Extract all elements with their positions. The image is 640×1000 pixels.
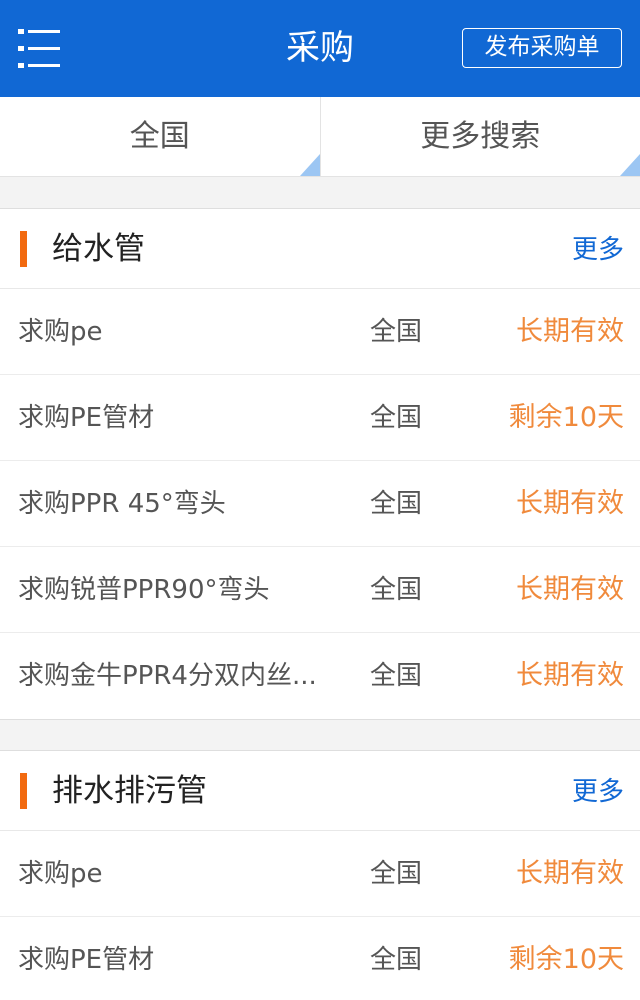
menu-button[interactable] — [18, 27, 62, 71]
item-status: 剩余10天 — [508, 402, 624, 433]
item-region: 全国 — [369, 317, 422, 347]
section-accent-bar — [20, 231, 27, 267]
item-region: 全国 — [369, 661, 422, 691]
section-more-link[interactable]: 更多 — [572, 772, 624, 812]
item-title: 求购PPR 45°弯头 — [18, 489, 226, 519]
section-header: 排水排污管 更多 — [0, 751, 640, 831]
item-region: 全国 — [369, 945, 422, 975]
item-title: 求购PE管材 — [18, 403, 155, 433]
section-title: 排水排污管 — [52, 773, 207, 809]
item-region: 全国 — [369, 489, 422, 519]
section-accent-bar — [20, 773, 27, 809]
section-gap — [0, 177, 640, 209]
list-item[interactable]: 求购PPR 45°弯头 全国 长期有效 — [0, 461, 640, 547]
filter-region-label: 全国 — [129, 119, 190, 154]
list-item[interactable]: 求购PE管材 全国 剩余10天 — [0, 917, 640, 1000]
list-item[interactable]: 求购pe 全国 长期有效 — [0, 831, 640, 917]
item-title: 求购pe — [18, 317, 103, 347]
section-title: 给水管 — [52, 231, 145, 267]
item-status: 长期有效 — [516, 574, 624, 605]
filter-more-search[interactable]: 更多搜索 — [319, 97, 640, 176]
item-title: 求购pe — [18, 859, 103, 889]
item-status: 长期有效 — [516, 488, 624, 519]
section-water-supply: 给水管 更多 求购pe 全国 长期有效 求购PE管材 全国 剩余10天 求购PP… — [0, 209, 640, 719]
corner-triangle-icon — [299, 154, 320, 176]
corner-triangle-icon — [620, 154, 640, 176]
filter-more-search-label: 更多搜索 — [420, 119, 541, 154]
list-item[interactable]: 求购pe 全国 长期有效 — [0, 289, 640, 375]
hamburger-menu-icon — [18, 29, 60, 68]
section-drainage: 排水排污管 更多 求购pe 全国 长期有效 求购PE管材 全国 剩余10天 — [0, 751, 640, 1000]
filter-region[interactable]: 全国 — [0, 97, 320, 176]
item-status: 长期有效 — [516, 858, 624, 889]
item-region: 全国 — [369, 575, 422, 605]
item-title: 求购PE管材 — [18, 945, 155, 975]
section-header: 给水管 更多 — [0, 209, 640, 289]
app-header: 采购 发布采购单 — [0, 0, 640, 97]
item-status: 长期有效 — [516, 316, 624, 347]
list-item[interactable]: 求购金牛PPR4分双内丝... 全国 长期有效 — [0, 633, 640, 719]
section-more-link[interactable]: 更多 — [572, 230, 624, 270]
list-item[interactable]: 求购锐普PPR90°弯头 全国 长期有效 — [0, 547, 640, 633]
section-gap — [0, 719, 640, 751]
item-status: 剩余10天 — [508, 944, 624, 975]
item-region: 全国 — [369, 859, 422, 889]
item-title: 求购金牛PPR4分双内丝... — [18, 661, 317, 691]
item-title: 求购锐普PPR90°弯头 — [18, 575, 270, 605]
list-item[interactable]: 求购PE管材 全国 剩余10天 — [0, 375, 640, 461]
filter-bar: 全国 更多搜索 — [0, 97, 640, 177]
item-region: 全国 — [369, 403, 422, 433]
publish-purchase-button[interactable]: 发布采购单 — [462, 28, 622, 68]
item-status: 长期有效 — [516, 660, 624, 691]
